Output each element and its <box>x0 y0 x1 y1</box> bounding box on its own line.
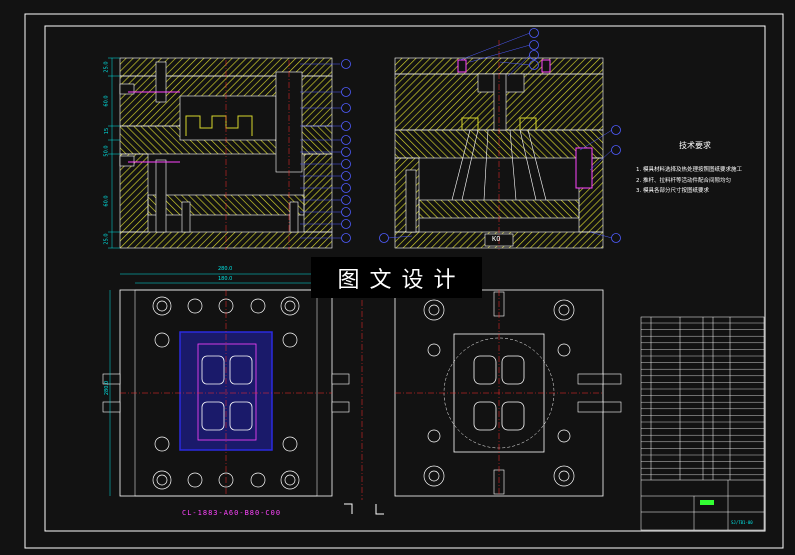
watermark-text: 图文设计 <box>337 267 466 293</box>
dim-plate-5: 60.0 <box>103 195 110 207</box>
spacer-right <box>303 153 333 233</box>
plan-view-right <box>394 289 622 497</box>
dim-plate-2: 60.0 <box>103 95 110 107</box>
bom-table <box>640 316 765 531</box>
dim-width-inner: 180.0 <box>218 276 233 282</box>
technical-notes-title: 技术要求 <box>679 141 711 150</box>
part-number-label: CL-1883-A60-B80-C00 <box>182 509 282 517</box>
cad-drawing-sheet: 280.0 180.0 280.0 25.0 60.0 15 50.0 60.0… <box>0 0 795 555</box>
cavity-insert <box>179 95 277 141</box>
technical-note-2: 2. 推杆、拉料杆等活动件配合间隙均匀 <box>636 177 731 184</box>
dim-height: 280.0 <box>104 380 111 396</box>
plan-view-left <box>102 273 350 497</box>
dim-width-outer: 280.0 <box>218 266 233 272</box>
dim-plate-1: 25.0 <box>103 61 110 73</box>
watermark-banner: 图文设计 <box>311 257 482 298</box>
title-block-marker <box>700 500 714 505</box>
drawing-number: SJ/TB1-00 <box>731 520 753 525</box>
section-view-left <box>108 57 351 250</box>
section-view-right <box>379 28 621 250</box>
guide-pin <box>155 61 167 103</box>
return-pin <box>155 159 167 233</box>
technical-note-3: 3. 模具各部分尺寸按图纸要求 <box>636 188 709 194</box>
ko-label: KO <box>492 235 501 243</box>
technical-notes: 技术要求 1. 模具材料选择及热处理按照图纸要求施工 2. 推杆、拉料杆等活动件… <box>636 140 754 197</box>
technical-note-1: 1. 模具材料选择及热处理按照图纸要求施工 <box>636 167 742 173</box>
dim-plate-6: 25.0 <box>103 233 110 245</box>
dim-plate-4: 50.0 <box>103 145 110 157</box>
dim-plate-3: 15 <box>104 127 111 135</box>
